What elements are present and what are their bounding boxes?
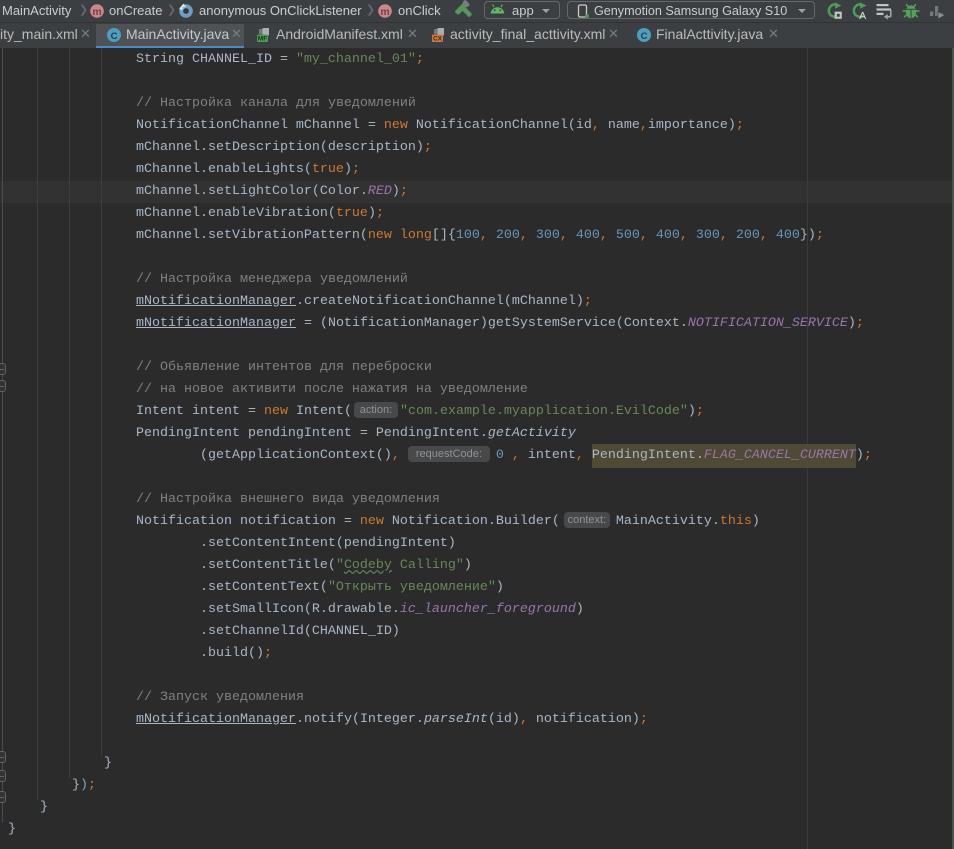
svg-text:C: C: [641, 31, 648, 42]
svg-text:m: m: [92, 6, 101, 18]
svg-text:A: A: [859, 10, 866, 20]
svg-text:m: m: [380, 6, 389, 18]
svg-text:MF: MF: [258, 36, 267, 43]
svg-text:CX: CX: [433, 36, 443, 43]
svg-text:C: C: [111, 31, 118, 42]
